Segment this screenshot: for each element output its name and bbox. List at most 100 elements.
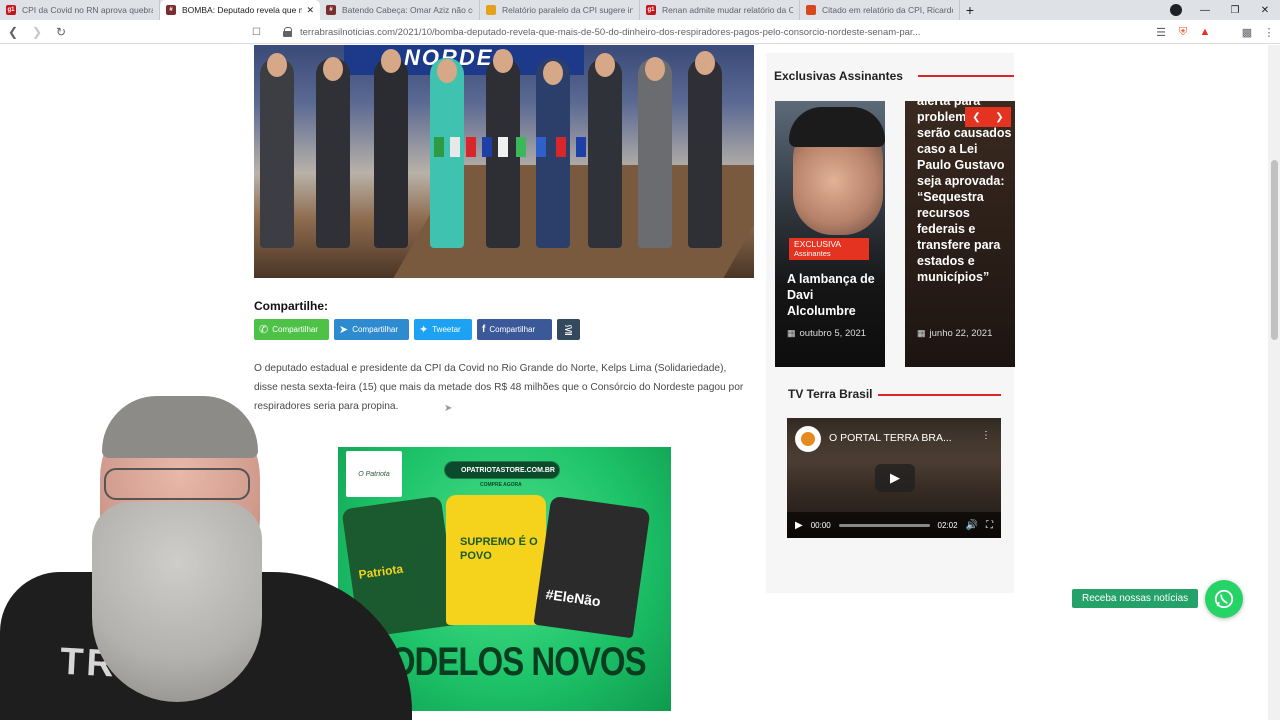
- flag: [466, 137, 476, 157]
- presenter-beard: [92, 502, 262, 702]
- play-icon[interactable]: ▶: [875, 464, 915, 492]
- exclusive-card[interactable]: EXCLUSIVA Assinantes A lambança de Davi …: [775, 101, 885, 367]
- card-date: ▦ junho 22, 2021: [917, 326, 1011, 341]
- tab-title: Batendo Cabeça: Omar Aziz não conse: [342, 5, 473, 15]
- hero-person: [374, 58, 408, 248]
- card-date: ▦ outubro 5, 2021: [787, 326, 881, 341]
- chevron-right-icon[interactable]: ❯: [988, 107, 1011, 127]
- card-date-text: junho 22, 2021: [929, 328, 993, 339]
- whatsapp-icon: [1214, 589, 1234, 609]
- restore-icon[interactable]: ❐: [1220, 0, 1250, 20]
- bookmark-icon[interactable]: ☐: [252, 27, 266, 38]
- lock-icon[interactable]: [282, 27, 294, 37]
- flag: [516, 137, 526, 157]
- flag: [450, 137, 460, 157]
- video-title[interactable]: O PORTAL TERRA BRA...: [829, 432, 952, 444]
- scrollbar-thumb[interactable]: [1271, 160, 1278, 340]
- ad-shirt3-text: #EleNão: [544, 585, 602, 610]
- tab-title: BOMBA: Deputado revela que ma: [182, 5, 303, 15]
- tab-search-icon[interactable]: [1170, 4, 1182, 16]
- tab-close-icon[interactable]: ✕: [306, 5, 314, 16]
- hero-head: [323, 57, 343, 81]
- video-player[interactable]: O PORTAL TERRA BRA... ⋮ ▶ ▶ 00:00 02:02 …: [787, 418, 1001, 538]
- browser-tab[interactable]: Citado em relatório da CPI, Ricardo Ba: [800, 0, 960, 20]
- hero-person: [260, 58, 294, 248]
- hero-head: [695, 51, 715, 75]
- hero-person: [588, 58, 622, 248]
- video-controls: ▶ 00:00 02:02 🔊 ⛶: [787, 512, 1001, 538]
- heading-rule: [878, 394, 1001, 396]
- volume-icon[interactable]: 🔊: [966, 520, 978, 531]
- hero-head: [437, 59, 457, 83]
- exclusive-heading: Exclusivas Assinantes: [774, 69, 903, 83]
- hero-person: [688, 58, 722, 248]
- share-telegram-button[interactable]: ➤ Compartilhar: [334, 319, 409, 340]
- address-bar[interactable]: ☐ terrabrasilnoticias.com/2021/10/bomba-…: [252, 22, 952, 42]
- play-button-icon[interactable]: ▶: [795, 520, 803, 531]
- back-icon[interactable]: ❮: [2, 21, 24, 43]
- article-hero-image: NORDES: [254, 45, 754, 278]
- whatsapp-icon: ✆: [259, 324, 269, 336]
- share-whatsapp-label: Compartilhar: [272, 325, 319, 334]
- minimize-icon[interactable]: —: [1190, 0, 1220, 20]
- tab-title: CPI da Covid no RN aprova quebra de: [22, 5, 153, 15]
- calendar-icon: ▦: [787, 328, 796, 338]
- share-more-button[interactable]: ⪟: [557, 319, 580, 340]
- hero-head: [595, 53, 615, 77]
- flag: [434, 137, 444, 157]
- hero-head: [493, 49, 513, 73]
- reload-icon[interactable]: ↻: [50, 21, 72, 43]
- heading-rule: [918, 75, 1014, 77]
- share-facebook-button[interactable]: f Compartilhar: [477, 319, 552, 340]
- browser-tab[interactable]: # BOMBA: Deputado revela que ma ✕: [160, 0, 320, 20]
- share-heading: Compartilhe:: [254, 299, 329, 313]
- toolbar-right: ☰ ⛨ ▲ ▩ ⋮: [1150, 20, 1280, 44]
- channel-avatar[interactable]: [795, 426, 821, 452]
- card-photo-hair: [789, 107, 885, 147]
- close-window-icon[interactable]: ✕: [1250, 0, 1280, 20]
- facebook-icon: f: [482, 324, 486, 335]
- whatsapp-cta-label[interactable]: Receba nossas notícias: [1072, 589, 1199, 608]
- fullscreen-icon[interactable]: ⛶: [986, 520, 993, 531]
- tab-favicon-icon: [806, 5, 816, 15]
- window-controls: — ❐ ✕: [1190, 0, 1280, 20]
- channel-logo-icon: [801, 432, 815, 446]
- browser-tab[interactable]: Relatório paralelo da CPI sugere indic: [480, 0, 640, 20]
- time-total: 02:02: [937, 520, 958, 530]
- browser-tab[interactable]: g1 CPI da Covid no RN aprova quebra de: [0, 0, 160, 20]
- brave-rewards-icon[interactable]: ▲: [1194, 21, 1216, 43]
- whatsapp-floating-button[interactable]: [1205, 580, 1243, 618]
- brave-shield-icon[interactable]: ⛨: [1172, 21, 1194, 43]
- progress-bar[interactable]: [838, 523, 930, 527]
- hero-person: [638, 58, 672, 248]
- browser-tab[interactable]: # Batendo Cabeça: Omar Aziz não conse: [320, 0, 480, 20]
- tab-favicon-icon: [486, 5, 496, 15]
- ad-shirt-black: #EleNão: [533, 495, 651, 639]
- share-twitter-button[interactable]: ✦ Tweetar: [414, 319, 472, 340]
- card-date-text: outubro 5, 2021: [799, 328, 867, 339]
- hero-head: [381, 49, 401, 73]
- mouse-cursor-icon: ➤: [444, 403, 453, 414]
- card-title[interactable]: alerta para problemas que serão causados…: [917, 101, 1013, 285]
- reader-mode-icon[interactable]: ☰: [1150, 21, 1172, 43]
- exclusive-card[interactable]: alerta para problemas que serão causados…: [905, 101, 1015, 367]
- forward-icon[interactable]: ❯: [26, 21, 48, 43]
- menu-icon[interactable]: ⋮: [1258, 21, 1280, 43]
- share-twitter-label: Tweetar: [432, 325, 461, 334]
- browser-tab[interactable]: g1 Renan admite mudar relatório da CPI: [640, 0, 800, 20]
- badge-label: EXCLUSIVA: [794, 239, 842, 249]
- share-whatsapp-button[interactable]: ✆ Compartilhar: [254, 319, 329, 340]
- url-text[interactable]: terrabrasilnoticias.com/2021/10/bomba-de…: [300, 27, 930, 38]
- hero-head: [267, 53, 287, 77]
- chevron-left-icon[interactable]: ❮: [965, 107, 988, 127]
- ad-site-url: OPATRIOTASTORE.COM.BR: [444, 461, 560, 479]
- new-tab-icon[interactable]: +: [960, 0, 980, 20]
- extensions-icon[interactable]: ▩: [1236, 21, 1258, 43]
- twitter-icon: ✦: [419, 324, 429, 336]
- flag: [498, 137, 508, 157]
- page-scrollbar[interactable]: [1268, 45, 1280, 720]
- card-title[interactable]: A lambança de Davi Alcolumbre: [787, 271, 881, 319]
- badge-sublabel: Assinantes: [794, 249, 831, 258]
- more-options-icon[interactable]: ⋮: [981, 430, 991, 441]
